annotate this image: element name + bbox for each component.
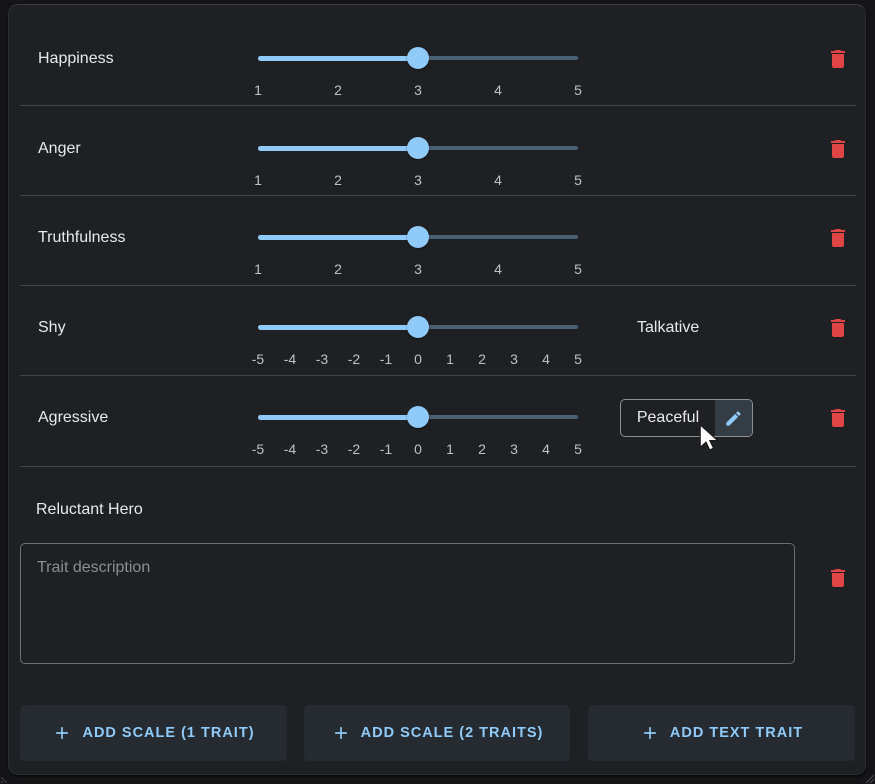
tick-label: -1 (370, 349, 402, 369)
slider-thumb[interactable] (407, 316, 429, 338)
tick-label: 3 (498, 439, 530, 459)
trait-left-label: Agressive (38, 408, 108, 428)
delete-trait-button[interactable] (823, 403, 853, 433)
add-scale-1-trait-button[interactable]: ADD SCALE (1 TRAIT) (20, 705, 287, 761)
tick-label: 3 (378, 259, 458, 279)
row-divider (20, 285, 856, 286)
tick-label: 1 (218, 259, 298, 279)
tick-label: -2 (338, 349, 370, 369)
trash-icon (826, 226, 850, 250)
tick-label: 4 (458, 170, 538, 190)
row-divider (20, 195, 856, 196)
tick-label: 2 (298, 170, 378, 190)
slider-fill (258, 325, 418, 330)
trait-right-label[interactable]: Talkative (637, 318, 699, 338)
row-divider (20, 375, 856, 376)
tick-label: 3 (378, 170, 458, 190)
slider-tick-labels: -5 -4 -3 -2 -1 0 1 2 3 4 5 (242, 349, 594, 369)
slider-thumb[interactable] (407, 137, 429, 159)
trait-slider[interactable] (258, 406, 578, 428)
tick-label: -1 (370, 439, 402, 459)
section-divider (20, 466, 856, 467)
tick-label: -4 (274, 439, 306, 459)
tick-label: -5 (242, 349, 274, 369)
tick-label: 1 (434, 349, 466, 369)
tick-label: 0 (402, 439, 434, 459)
resize-grip-icon[interactable] (0, 768, 16, 784)
tick-label: 2 (466, 439, 498, 459)
delete-trait-button[interactable] (823, 563, 853, 593)
slider-fill (258, 235, 418, 240)
trait-slider[interactable] (258, 47, 578, 69)
pencil-icon (724, 409, 743, 428)
tick-label: 3 (378, 80, 458, 100)
trash-icon (826, 316, 850, 340)
slider-tick-labels: 1 2 3 4 5 (218, 80, 618, 100)
add-scale-2-traits-label: ADD SCALE (2 TRAITS) (361, 725, 544, 741)
tick-label: -3 (306, 349, 338, 369)
tick-label: 2 (298, 80, 378, 100)
plus-icon (640, 723, 660, 743)
tick-label: -2 (338, 439, 370, 459)
trait-left-label: Happiness (38, 49, 114, 69)
trash-icon (826, 47, 850, 71)
row-divider (20, 105, 856, 106)
add-text-trait-label: ADD TEXT TRAIT (670, 725, 803, 741)
trait-left-label: Anger (38, 139, 81, 159)
tick-label: 5 (538, 170, 618, 190)
tick-label: 0 (402, 349, 434, 369)
tick-label: -5 (242, 439, 274, 459)
tick-label: 1 (218, 170, 298, 190)
slider-tick-labels: 1 2 3 4 5 (218, 170, 618, 190)
add-scale-2-traits-button[interactable]: ADD SCALE (2 TRAITS) (304, 705, 570, 761)
trait-description-input[interactable] (20, 543, 795, 664)
resize-grip-icon[interactable] (859, 768, 875, 784)
tick-label: 4 (530, 439, 562, 459)
edit-trait-name-button[interactable] (715, 400, 752, 436)
tick-label: 5 (562, 439, 594, 459)
slider-tick-labels: 1 2 3 4 5 (218, 259, 618, 279)
right-trait-edit-box[interactable]: Peaceful (620, 399, 753, 437)
trait-slider[interactable] (258, 226, 578, 248)
slider-tick-labels: -5 -4 -3 -2 -1 0 1 2 3 4 5 (242, 439, 594, 459)
right-trait-edit-value[interactable]: Peaceful (621, 400, 715, 436)
trait-left-label: Truthfulness (38, 228, 125, 248)
tick-label: 4 (458, 80, 538, 100)
slider-thumb[interactable] (407, 406, 429, 428)
tick-label: 5 (538, 259, 618, 279)
slider-fill (258, 415, 418, 420)
add-text-trait-button[interactable]: ADD TEXT TRAIT (588, 705, 855, 761)
tick-label: 4 (530, 349, 562, 369)
tick-label: 1 (218, 80, 298, 100)
trait-left-label: Shy (38, 318, 66, 338)
tick-label: 2 (466, 349, 498, 369)
add-scale-1-trait-label: ADD SCALE (1 TRAIT) (82, 725, 254, 741)
tick-label: -4 (274, 349, 306, 369)
delete-trait-button[interactable] (823, 313, 853, 343)
tick-label: -3 (306, 439, 338, 459)
slider-fill (258, 146, 418, 151)
slider-fill (258, 56, 418, 61)
trait-slider[interactable] (258, 137, 578, 159)
slider-thumb[interactable] (407, 47, 429, 69)
trash-icon (826, 137, 850, 161)
delete-trait-button[interactable] (823, 223, 853, 253)
trait-editor: Happiness 1 2 3 4 5 Anger 1 2 3 4 (0, 0, 875, 784)
delete-trait-button[interactable] (823, 44, 853, 74)
tick-label: 2 (298, 259, 378, 279)
tick-label: 1 (434, 439, 466, 459)
slider-thumb[interactable] (407, 226, 429, 248)
tick-label: 4 (458, 259, 538, 279)
tick-label: 3 (498, 349, 530, 369)
tick-label: 5 (538, 80, 618, 100)
tick-label: 5 (562, 349, 594, 369)
trash-icon (826, 566, 850, 590)
delete-trait-button[interactable] (823, 134, 853, 164)
text-trait-name: Reluctant Hero (36, 500, 143, 520)
trash-icon (826, 406, 850, 430)
plus-icon (52, 723, 72, 743)
plus-icon (331, 723, 351, 743)
trait-slider[interactable] (258, 316, 578, 338)
